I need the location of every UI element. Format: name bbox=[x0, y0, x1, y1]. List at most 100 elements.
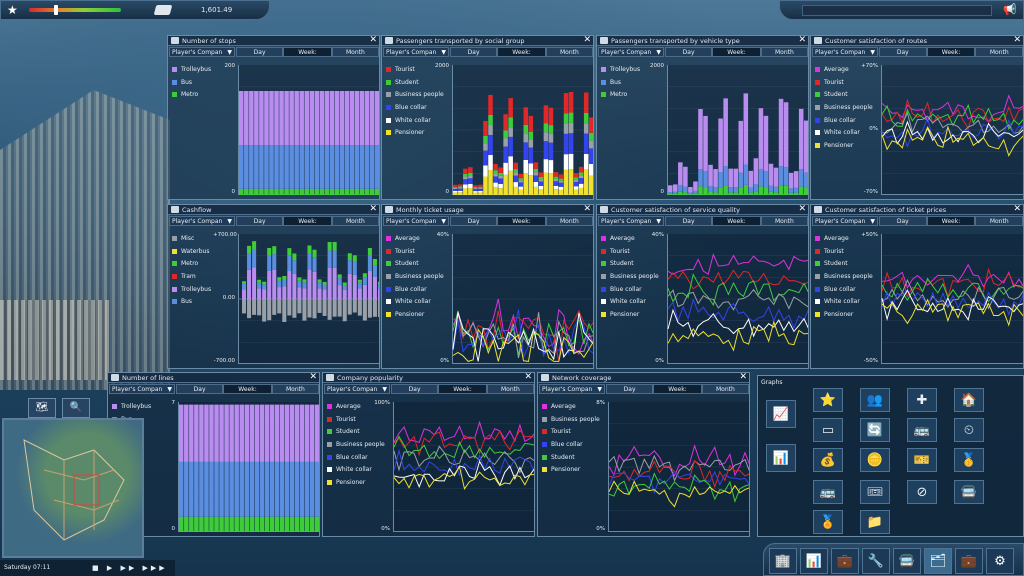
company-select[interactable]: Player's Compan ▼ bbox=[812, 47, 878, 57]
legend-item[interactable]: Tourist bbox=[815, 76, 873, 89]
graph-category-cashflow-button[interactable]: 📈 bbox=[766, 400, 796, 428]
close-icon[interactable]: ✕ bbox=[798, 205, 806, 214]
tab-week[interactable]: Week: bbox=[438, 384, 487, 394]
company-select[interactable]: Player's Compan ▼ bbox=[539, 384, 605, 394]
statistics-button[interactable]: 📊 bbox=[800, 548, 828, 574]
graph-passengers-button[interactable]: 🔄 bbox=[860, 418, 890, 442]
tab-month[interactable]: Month bbox=[975, 216, 1023, 226]
legend-item[interactable]: Business people bbox=[542, 413, 600, 426]
legend-item[interactable]: Trolleybus bbox=[172, 63, 211, 76]
legend-item[interactable]: Business people bbox=[386, 88, 444, 101]
graph-ticket-stub-button[interactable]: 🎟 bbox=[860, 480, 890, 504]
legend-item[interactable]: White collar bbox=[386, 114, 444, 127]
legend-item[interactable]: Blue collar bbox=[815, 283, 873, 296]
graph-price-button[interactable]: 🪙 bbox=[860, 448, 890, 472]
legend-item[interactable]: Metro bbox=[172, 88, 211, 101]
graph-money-button[interactable]: 💰 bbox=[813, 448, 843, 472]
tab-month[interactable]: Month bbox=[545, 216, 593, 226]
graph-tickets-button[interactable]: 🎫 bbox=[907, 448, 937, 472]
settings-button[interactable]: ⚙ bbox=[986, 548, 1014, 574]
legend-item[interactable]: Blue collar bbox=[815, 114, 873, 127]
tab-day[interactable]: Day bbox=[450, 47, 498, 57]
legend-item[interactable]: Blue collar bbox=[542, 438, 600, 451]
graph-depot-button[interactable]: 🏠 bbox=[954, 388, 984, 412]
legend-item[interactable]: Student bbox=[815, 257, 873, 270]
tab-day[interactable]: Day bbox=[665, 47, 713, 57]
legend-item[interactable]: Pensioner bbox=[327, 476, 385, 489]
tab-month[interactable]: Month bbox=[760, 216, 808, 226]
legend-item[interactable]: Student bbox=[815, 88, 873, 101]
close-icon[interactable]: ✕ bbox=[369, 205, 377, 214]
close-icon[interactable]: ✕ bbox=[524, 373, 532, 382]
panel-titlebar[interactable]: Customer satisfaction of ticket prices ✕ bbox=[811, 205, 1023, 215]
panel-titlebar[interactable]: Number of stops ✕ bbox=[168, 36, 379, 46]
company-select[interactable]: Player's Compan ▼ bbox=[383, 216, 449, 226]
company-select[interactable]: Player's Compan ▼ bbox=[324, 384, 390, 394]
routes-button[interactable]: 🚍 bbox=[893, 548, 921, 574]
company-select[interactable]: Player's Compan ▼ bbox=[109, 384, 175, 394]
graph-category-reports-button[interactable]: 📊 bbox=[766, 444, 796, 472]
company-select[interactable]: Player's Compan ▼ bbox=[598, 47, 664, 57]
legend-item[interactable]: White collar bbox=[601, 295, 659, 308]
tab-week[interactable]: Week: bbox=[712, 216, 761, 226]
minimap[interactable] bbox=[2, 418, 144, 558]
tab-day[interactable]: Day bbox=[176, 384, 224, 394]
tab-month[interactable]: Month bbox=[760, 47, 808, 57]
close-icon[interactable]: ✕ bbox=[369, 36, 377, 45]
tab-week[interactable]: Week: bbox=[283, 216, 332, 226]
tab-week[interactable]: Week: bbox=[283, 47, 332, 57]
tab-week[interactable]: Week: bbox=[497, 216, 546, 226]
graph-documents-button[interactable]: 📁 bbox=[860, 510, 890, 534]
panel-titlebar[interactable]: Customer satisfaction of routes ✕ bbox=[811, 36, 1023, 46]
graph-vehicle-cost-button[interactable]: 🚍 bbox=[954, 480, 984, 504]
build-tools-button[interactable]: 🔧 bbox=[862, 548, 890, 574]
tab-week[interactable]: Week: bbox=[497, 47, 546, 57]
legend-item[interactable]: Pensioner bbox=[386, 126, 444, 139]
tab-month[interactable]: Month bbox=[975, 47, 1023, 57]
legend-item[interactable]: Blue collar bbox=[601, 283, 659, 296]
tab-month[interactable]: Month bbox=[486, 384, 534, 394]
legend-item[interactable]: Metro bbox=[172, 257, 211, 270]
legend-item[interactable]: Blue collar bbox=[386, 101, 444, 114]
legend-item[interactable]: Trolleybus bbox=[172, 283, 211, 296]
legend-item[interactable]: Pensioner bbox=[386, 308, 444, 321]
tab-day[interactable]: Day bbox=[236, 216, 284, 226]
legend-item[interactable]: Pensioner bbox=[815, 139, 873, 152]
speed-controls[interactable]: ■ ▶ ▶▶ ▶▶▶ bbox=[92, 560, 168, 576]
close-icon[interactable]: ✕ bbox=[739, 373, 747, 382]
graph-vehicles-button[interactable]: 🚌 bbox=[907, 418, 937, 442]
panel-titlebar[interactable]: Company popularity ✕ bbox=[323, 373, 534, 383]
map-view-button[interactable]: 🗺 bbox=[28, 398, 56, 418]
legend-item[interactable]: Blue collar bbox=[386, 283, 444, 296]
graph-coins-button[interactable]: 🥇 bbox=[954, 448, 984, 472]
legend-item[interactable]: Student bbox=[386, 76, 444, 89]
close-icon[interactable]: ✕ bbox=[1013, 205, 1021, 214]
legend-item[interactable]: Student bbox=[601, 257, 659, 270]
panel-titlebar[interactable]: Cashflow ✕ bbox=[168, 205, 379, 215]
tab-month[interactable]: Month bbox=[331, 47, 379, 57]
tab-week[interactable]: Week: bbox=[653, 384, 702, 394]
tab-month[interactable]: Month bbox=[545, 47, 593, 57]
graph-network-button[interactable]: ✚ bbox=[907, 388, 937, 412]
graph-disabled-button[interactable]: ⊘ bbox=[907, 480, 937, 504]
legend-item[interactable]: Misc bbox=[172, 232, 211, 245]
finance-button[interactable]: 💼 bbox=[831, 548, 859, 574]
graph-social-button[interactable]: 👥 bbox=[860, 388, 890, 412]
legend-item[interactable]: Tourist bbox=[815, 245, 873, 258]
city-info-button[interactable]: 🏢 bbox=[769, 548, 797, 574]
company-select[interactable]: Player's Compan ▼ bbox=[598, 216, 664, 226]
tab-month[interactable]: Month bbox=[271, 384, 319, 394]
legend-item[interactable]: Pensioner bbox=[601, 308, 659, 321]
panel-titlebar[interactable]: Number of lines ✕ bbox=[108, 373, 319, 383]
tab-week[interactable]: Week: bbox=[926, 216, 976, 226]
legend-item[interactable]: Blue collar bbox=[327, 451, 385, 464]
close-icon[interactable]: ✕ bbox=[798, 36, 806, 45]
company-select[interactable]: Player's Compan ▼ bbox=[169, 216, 235, 226]
graph-gauge-button[interactable]: ⏲ bbox=[954, 418, 984, 442]
panel-titlebar[interactable]: Monthly ticket usage ✕ bbox=[382, 205, 593, 215]
legend-item[interactable]: White collar bbox=[327, 463, 385, 476]
company-select[interactable]: Player's Compan ▼ bbox=[169, 47, 235, 57]
close-icon[interactable]: ✕ bbox=[1013, 36, 1021, 45]
company-select[interactable]: Player's Compan ▼ bbox=[812, 216, 878, 226]
graph-ticket-button[interactable]: ▭ bbox=[813, 418, 843, 442]
